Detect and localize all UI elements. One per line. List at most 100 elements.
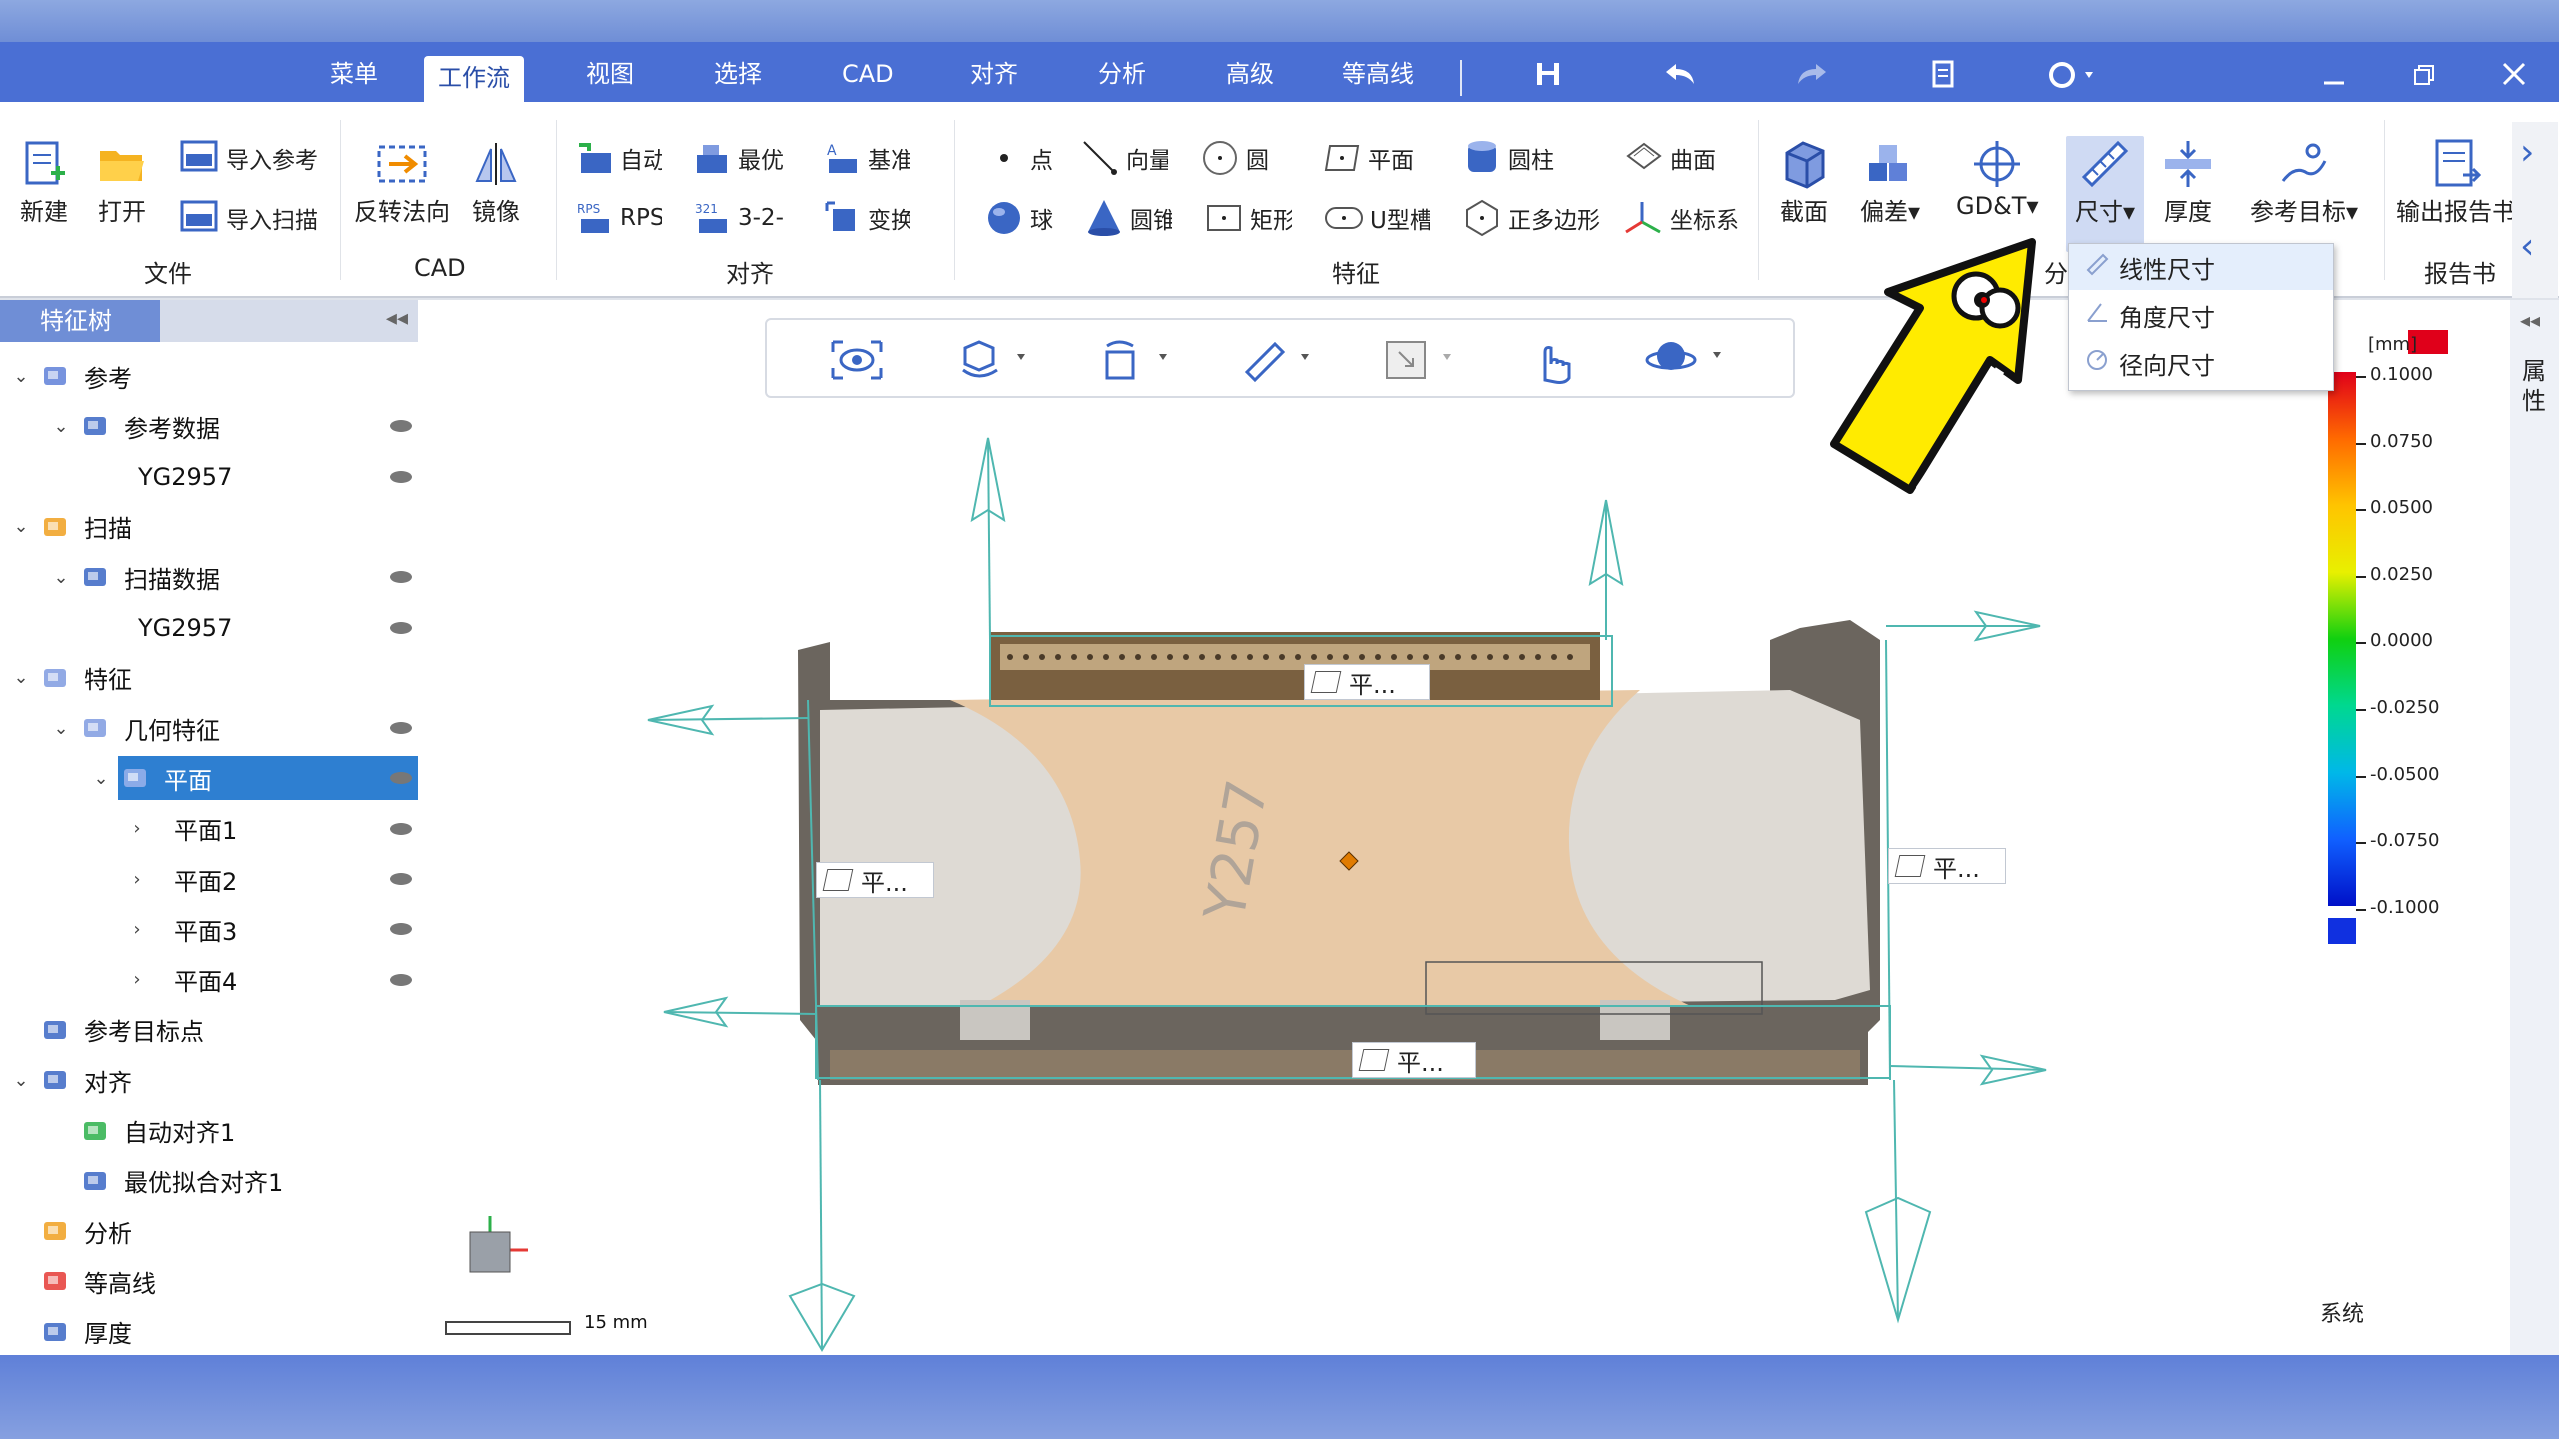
tree-item[interactable]: 自动对齐1	[0, 1107, 418, 1155]
visibility-eye-icon[interactable]	[390, 973, 412, 986]
properties-tab[interactable]: 属性	[2522, 356, 2546, 416]
visibility-eye-icon[interactable]	[390, 420, 412, 433]
plane-label-top[interactable]: 平...	[1304, 664, 1430, 700]
tree-item[interactable]: YG2957	[0, 604, 418, 652]
surface-button[interactable]: 曲面	[1624, 138, 1716, 178]
restore-icon[interactable]	[2404, 60, 2444, 98]
plane-label-right[interactable]: 平...	[1888, 848, 2006, 884]
pan-hand-icon[interactable]	[1525, 334, 1581, 388]
plane-button[interactable]: 平面	[1322, 138, 1414, 178]
select-icon[interactable]	[1383, 336, 1463, 388]
point-button[interactable]: 点	[984, 138, 1053, 178]
undo-icon[interactable]	[1660, 60, 1700, 98]
best-fit-button[interactable]: 最优	[692, 138, 790, 178]
expand-toggle-icon[interactable]: ⌄	[50, 567, 72, 588]
output-report-button[interactable]: 输出报告书	[2396, 136, 2516, 227]
rps-align-button[interactable]: RPS RPS	[574, 198, 662, 238]
close-icon[interactable]	[2494, 60, 2534, 98]
expand-toggle-icon[interactable]: ›	[126, 869, 148, 890]
deviation-button[interactable]: 偏差▾	[1860, 136, 1920, 227]
minimize-icon[interactable]	[2314, 60, 2354, 98]
mirror-button[interactable]: 镜像	[468, 136, 524, 227]
report-icon[interactable]	[1924, 60, 1964, 98]
save-icon[interactable]	[1528, 60, 1568, 98]
3d-viewport[interactable]: Y257 15 mm 平... 平... 平... 平... [mm] 0.10…	[418, 300, 2510, 1355]
tree-item[interactable]: ⌄ 对齐	[0, 1056, 418, 1104]
new-button[interactable]: 新建	[16, 136, 72, 227]
visibility-eye-icon[interactable]	[390, 571, 412, 584]
tree-item[interactable]: 参考目标点	[0, 1006, 418, 1054]
visibility-eye-icon[interactable]	[390, 822, 412, 835]
tree-item[interactable]: › 平面1	[0, 805, 418, 853]
expand-toggle-icon[interactable]: ⌄	[90, 768, 112, 789]
dimension-button[interactable]: 尺寸▾	[2066, 136, 2144, 252]
radial-dimension-item[interactable]: 径向尺寸	[2069, 340, 2333, 386]
expand-toggle-icon[interactable]: ⌄	[10, 366, 32, 387]
ribbon-scroll-right-icon[interactable]: ›	[2520, 132, 2534, 173]
tree-item[interactable]: ⌄ 参考	[0, 352, 418, 400]
tree-item[interactable]: ⌄ 特征	[0, 654, 418, 702]
tree-item[interactable]: › 平面4	[0, 956, 418, 1004]
import-scan-button[interactable]: 导入扫描	[180, 198, 318, 238]
angle-dimension-item[interactable]: 角度尺寸	[2069, 292, 2333, 338]
auto-align-button[interactable]: 自动	[574, 138, 662, 178]
datum-align-button[interactable]: A 基准	[822, 138, 910, 178]
circle-button[interactable]: 圆	[1200, 138, 1269, 178]
tree-item[interactable]: 最优拟合对齐1	[0, 1157, 418, 1205]
redo-icon[interactable]	[1792, 60, 1832, 98]
cylinder-button[interactable]: 圆柱	[1462, 138, 1554, 178]
tree-item[interactable]: ⌄ 参考数据	[0, 402, 418, 450]
cone-button[interactable]: 圆锥	[1084, 198, 1172, 238]
visibility-eye-icon[interactable]	[390, 621, 412, 634]
visibility-eye-icon[interactable]	[390, 873, 412, 885]
expand-toggle-icon[interactable]: ⌄	[10, 1070, 32, 1091]
import-reference-button[interactable]: 导入参考	[180, 138, 318, 178]
tab-feature-tree[interactable]: 特征树	[0, 300, 160, 342]
tree-item[interactable]: › 平面2	[0, 855, 418, 903]
expand-toggle-icon[interactable]: ⌄	[10, 667, 32, 688]
expand-toggle-icon[interactable]: ›	[126, 969, 148, 990]
tree-item[interactable]: › 平面3	[0, 905, 418, 953]
plane-label-left[interactable]: 平...	[816, 862, 934, 898]
three-two-one-button[interactable]: 321 3-2-	[692, 198, 790, 238]
tree-item[interactable]: 等高线	[0, 1257, 418, 1305]
tab-analysis[interactable]: 分析	[1084, 54, 1160, 94]
visibility-eye-icon[interactable]	[390, 923, 412, 936]
section-button[interactable]: 截面	[1776, 136, 1832, 227]
gdt-button[interactable]: GD&T▾	[1956, 136, 2039, 220]
tab-align[interactable]: 对齐	[956, 54, 1032, 94]
orbit-icon[interactable]	[1643, 334, 1733, 388]
tab-cad[interactable]: CAD	[828, 54, 908, 94]
view-eye-icon[interactable]	[829, 338, 885, 386]
model-canvas[interactable]: Y257	[418, 300, 2510, 1355]
orient-icon[interactable]	[1099, 336, 1179, 388]
thickness-button[interactable]: 厚度	[2160, 136, 2216, 227]
rectangle-button[interactable]: 矩形	[1204, 198, 1292, 238]
rotate-view-icon[interactable]	[957, 336, 1037, 388]
expand-toggle-icon[interactable]: ⌄	[10, 516, 32, 537]
coordinate-button[interactable]: 坐标系	[1624, 198, 1742, 238]
tab-menu[interactable]: 菜单	[316, 54, 392, 94]
open-button[interactable]: 打开	[94, 136, 150, 227]
vector-button[interactable]: 向量	[1080, 138, 1168, 178]
tree-item[interactable]: ⌄ 扫描	[0, 503, 418, 551]
tree-item[interactable]: 分析	[0, 1207, 418, 1255]
linear-dimension-item[interactable]: 线性尺寸	[2069, 244, 2333, 290]
tree-item[interactable]: 厚度	[0, 1308, 418, 1356]
visibility-eye-icon[interactable]	[390, 470, 412, 483]
expand-toggle-icon[interactable]: ›	[126, 818, 148, 839]
reverse-normal-button[interactable]: 反转法向	[354, 136, 450, 227]
measure-icon[interactable]	[1241, 336, 1321, 388]
collapse-panel-icon[interactable]: ◂◂	[386, 306, 408, 331]
expand-toggle-icon[interactable]: ⌄	[50, 416, 72, 437]
expand-toggle-icon[interactable]: ⌄	[50, 718, 72, 739]
plane-label-bottom[interactable]: 平...	[1352, 1042, 1476, 1078]
u-slot-button[interactable]: U型槽	[1324, 198, 1430, 238]
sphere-button[interactable]: 球	[984, 198, 1053, 238]
tree-item[interactable]: ⌄ 平面	[0, 754, 418, 802]
polygon-button[interactable]: 正多边形	[1462, 198, 1600, 238]
tab-view[interactable]: 视图	[572, 54, 648, 94]
help-icon[interactable]	[2044, 60, 2104, 98]
visibility-eye-icon[interactable]	[390, 722, 412, 735]
tab-select[interactable]: 选择	[700, 54, 776, 94]
